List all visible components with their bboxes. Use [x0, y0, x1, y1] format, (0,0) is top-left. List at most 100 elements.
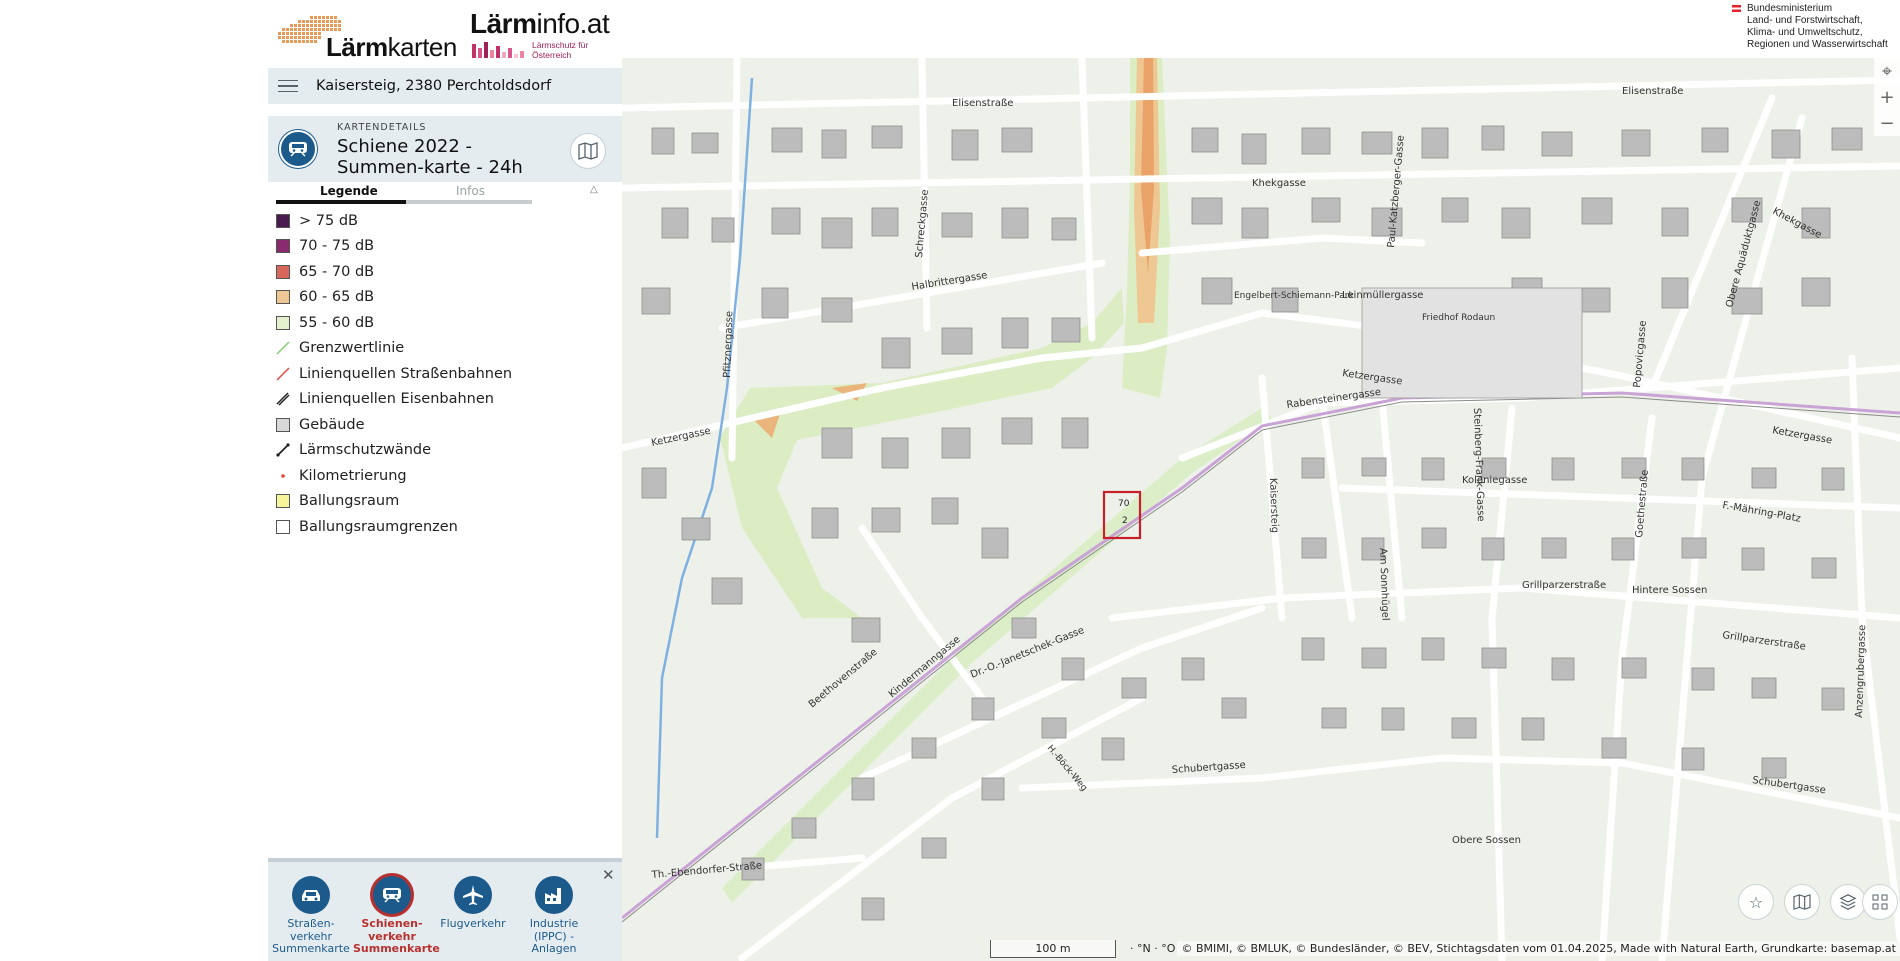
locate-icon[interactable]: ⌖ [1874, 58, 1900, 84]
legend-tabs: Legende Infos [276, 184, 532, 204]
ministry-line: Klima- und Umweltschutz, [1747, 27, 1863, 38]
legend-swatch [276, 290, 290, 305]
laerminfo-wordmark: Lärminfo.at [470, 8, 610, 39]
laermkarten-logo[interactable]: Lärmkarten [276, 10, 457, 62]
layers-icon [1839, 894, 1857, 910]
mode-rail-traffic[interactable]: Schienen-verkehr Summenkarte [353, 876, 440, 956]
base-map: Elisenstraße Elisenstraße Khekgasse Khek… [622, 58, 1900, 961]
legend-item: > 75 dB [276, 208, 606, 234]
street-label: Elisenstraße [1622, 86, 1683, 97]
legend-swatch [276, 519, 290, 534]
ministry-line: Regionen und Wasserwirtschaft [1747, 39, 1888, 50]
legend-swatch [276, 417, 290, 432]
street-label: Grillparzerstraße [1522, 580, 1606, 591]
street-label: Beethovenstraße [807, 647, 880, 711]
street-label: Kaisersteig [1267, 478, 1280, 534]
mode-air-traffic[interactable]: Flugverkehr [434, 876, 512, 931]
tram-line-icon [276, 367, 290, 381]
basemap-button[interactable] [1784, 884, 1820, 920]
street-label: Ketzergasse [1771, 425, 1833, 446]
street-label: Leinmüllergasse [1342, 290, 1423, 301]
mode-label: Schienen-verkehr Summenkarte [353, 917, 440, 955]
search-input[interactable]: Kaisersteig, 2380 Perchtoldsdorf [308, 78, 551, 94]
marker-number: 2 [1122, 516, 1128, 526]
favorite-button[interactable]: ☆ [1738, 884, 1774, 920]
zoom-in-button[interactable]: + [1874, 84, 1900, 110]
legend-swatch [276, 264, 290, 279]
legend-swatch [276, 315, 290, 330]
legend-item: 55 - 60 dB [276, 310, 606, 336]
coordinates-readout: · °N · °O [1130, 942, 1176, 955]
limit-line-icon [276, 341, 290, 355]
legend-swatch [276, 494, 290, 509]
tab-infos[interactable]: Infos [456, 184, 485, 198]
map-details-panel: KARTENDETAILS Schiene 2022 - Summen-kart… [268, 116, 622, 182]
plane-icon [454, 876, 492, 914]
train-icon [373, 876, 411, 914]
ministry-logo[interactable]: Bundesministerium Land- und Forstwirtsch… [1732, 3, 1900, 51]
street-label: Khekgasse [1252, 178, 1306, 189]
ministry-line: Bundesministerium [1747, 3, 1833, 14]
map-title: Schiene 2022 - Summen-karte - 24h [337, 136, 523, 178]
street-label: Koloniegasse [1462, 475, 1527, 486]
apps-button[interactable] [1862, 884, 1898, 920]
railway-line [622, 391, 1900, 920]
legend-item: Lärmschutzwände [276, 438, 606, 464]
street-label: Ketzergasse [650, 426, 711, 449]
kilometre-dot-icon [276, 469, 290, 483]
legend-item: Ballungsraum [276, 489, 606, 515]
street-label: Obere Sossen [1452, 835, 1521, 846]
map-selection-button[interactable] [570, 133, 606, 169]
map-zoom-controls: ⌖ + − [1874, 58, 1900, 136]
street-label: Rabensteinergasse [1286, 387, 1382, 411]
laerminfo-logo[interactable]: Lärminfo.at Lärmschutz für Österreich [470, 8, 610, 62]
folded-map-icon [578, 142, 598, 160]
street-label: Goethestraße [1634, 469, 1651, 538]
search-bar[interactable]: Kaisersteig, 2380 Perchtoldsdorf [268, 68, 622, 104]
map-attribution: © BMIMI, © BMLUK, © Bundesländer, © BEV,… [1177, 941, 1900, 956]
legend-item: Kilometrierung [276, 463, 606, 489]
hamburger-menu-icon[interactable] [268, 68, 308, 104]
legend-item: Grenzwertlinie [276, 336, 606, 362]
legend-swatch [276, 213, 290, 228]
app-header: Lärmkarten Lärminfo.at Lärmschutz für Öst… [0, 0, 1900, 62]
tab-indicator [276, 200, 532, 204]
mode-label: Straßen-verkehr Summenkarte [272, 917, 350, 955]
marker-number: 70 [1118, 499, 1130, 509]
noise-source-bar: ✕ Straßen-verkehr Summenkarte Schienen-v… [268, 858, 622, 961]
details-kicker: KARTENDETAILS [337, 122, 427, 133]
ministry-line: Land- und Forstwirtschaft, [1747, 15, 1863, 26]
legend-item: 60 - 65 dB [276, 285, 606, 311]
mode-label: Flugverkehr [440, 917, 506, 930]
tab-legend[interactable]: Legende [320, 184, 378, 198]
street-label: Steinberg-Frank-Gasse [1471, 408, 1486, 522]
mode-industry[interactable]: Industrie (IPPC) - Anlagen [515, 876, 593, 956]
street-label: Schubertgasse [1171, 760, 1246, 776]
legend-list: > 75 dB 70 - 75 dB 65 - 70 dB 60 - 65 dB… [276, 208, 606, 540]
train-icon [279, 130, 317, 168]
layers-button[interactable] [1830, 884, 1866, 920]
grid-icon [1872, 894, 1888, 910]
street-label: Pfitznergasse [722, 311, 735, 378]
factory-icon [535, 876, 573, 914]
sidebar: Kaisersteig, 2380 Perchtoldsdorf KARTEND… [268, 58, 622, 858]
park-label: Engelbert-Schiemann-Park [1234, 291, 1354, 301]
legend-swatch [276, 239, 290, 254]
legend-item: Linienquellen Eisenbahnen [276, 387, 606, 413]
zoom-out-button[interactable]: − [1874, 110, 1900, 136]
legend-item: Gebäude [276, 412, 606, 438]
cemetery-label: Friedhof Rodaun [1422, 313, 1495, 323]
map-canvas[interactable]: Elisenstraße Elisenstraße Khekgasse Khek… [622, 58, 1900, 961]
legend-item: Ballungsraumgrenzen [276, 514, 606, 540]
street-label: Am Sonnhügel [1377, 548, 1391, 621]
legend-item: Linienquellen Straßenbahnen [276, 361, 606, 387]
railway-line-icon [276, 392, 290, 406]
scale-bar: 100 m [990, 940, 1116, 958]
mode-label: Industrie (IPPC) - Anlagen [529, 917, 579, 955]
close-icon[interactable]: ✕ [602, 866, 615, 884]
collapse-chevron-up-icon[interactable]: △ [590, 184, 598, 195]
austria-flag-icon [1732, 5, 1741, 12]
street-label: Elisenstraße [952, 98, 1013, 109]
mode-road-traffic[interactable]: Straßen-verkehr Summenkarte [272, 876, 350, 956]
star-icon: ☆ [1748, 892, 1764, 912]
